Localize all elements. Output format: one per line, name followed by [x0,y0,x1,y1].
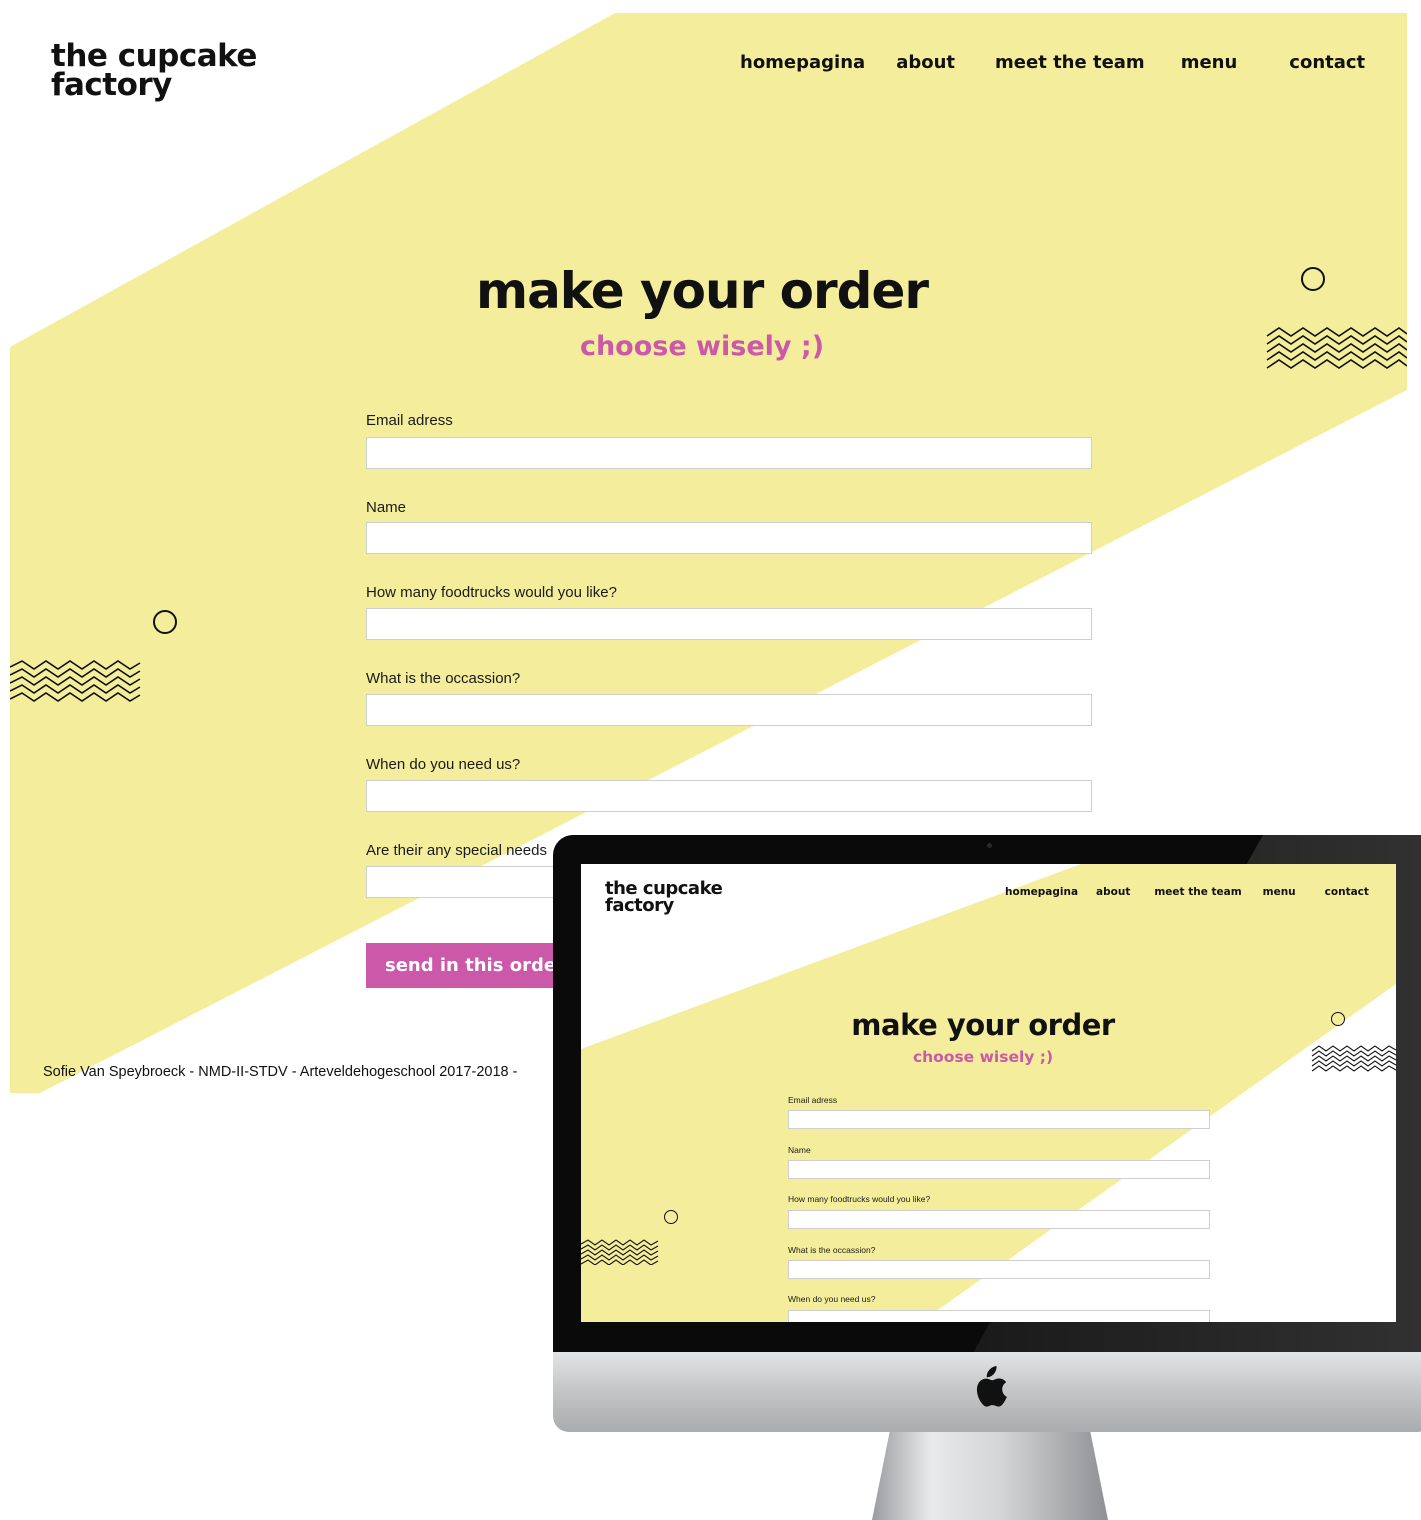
occasion-field[interactable] [788,1260,1210,1279]
name-label: Name [788,1145,811,1155]
main-nav: homepagina about meet the team menu cont… [1005,886,1369,898]
nav-item-about[interactable]: about [1096,886,1130,898]
foodtrucks-field[interactable] [788,1210,1210,1229]
mockup-composition: the cupcake factory homepagina about mee… [0,0,1421,1520]
date-field[interactable] [788,1310,1210,1322]
apple-logo-icon [976,1366,1007,1407]
nav-item-homepagina[interactable]: homepagina [1005,886,1078,898]
email-field[interactable] [788,1110,1210,1129]
date-label: When do you need us? [788,1294,876,1304]
site-logo[interactable]: the cupcake factory [605,880,723,916]
yellow-diagonal-background [581,864,1396,1322]
email-label: Email adress [788,1095,838,1105]
circle-outline-icon [1331,1012,1345,1026]
foodtrucks-label: How many foodtrucks would you like? [788,1194,931,1204]
page-title: make your order [851,1008,1115,1042]
logo-line-2: factory [605,894,674,916]
zigzag-lines-icon [1311,1045,1396,1072]
zigzag-lines-icon [581,1239,659,1265]
name-field[interactable] [788,1160,1210,1179]
imac-camera [987,843,992,848]
occasion-label: What is the occassion? [788,1245,876,1255]
circle-outline-icon [664,1210,678,1224]
nav-item-contact[interactable]: contact [1325,886,1369,898]
nav-item-meet-the-team[interactable]: meet the team [1154,886,1241,898]
imac-screen: the cupcake factory homepagina about mee… [581,864,1396,1322]
nav-item-menu[interactable]: menu [1263,886,1296,898]
page-subtitle: choose wisely ;) [912,1048,1054,1066]
